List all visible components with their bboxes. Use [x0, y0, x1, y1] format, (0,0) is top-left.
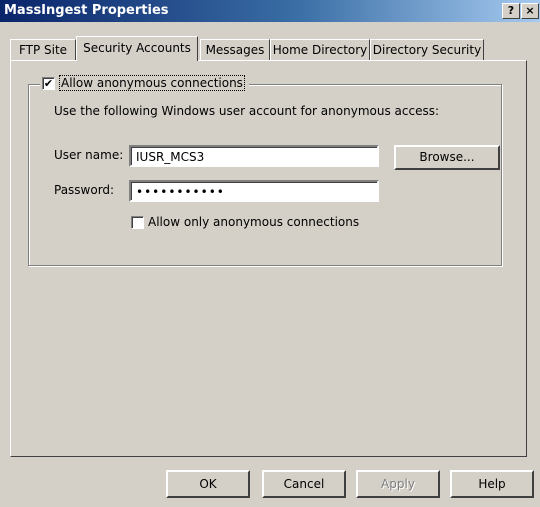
username-label: User name: [54, 148, 124, 162]
allow-anonymous-label: Allow anonymous connections [59, 75, 245, 91]
allow-only-anonymous-checkbox[interactable]: Allow only anonymous connections [131, 215, 359, 229]
allow-only-anonymous-label: Allow only anonymous connections [148, 215, 360, 229]
tab-directory-security[interactable]: Directory Security [370, 39, 484, 61]
help-button[interactable]: Help [450, 470, 534, 498]
tab-home-directory[interactable]: Home Directory [270, 39, 370, 61]
allow-anonymous-checkbox[interactable]: ✔ Allow anonymous connections [40, 74, 249, 92]
checkbox-check-icon[interactable]: ✔ [42, 77, 55, 90]
username-input[interactable]: IUSR_MCS3 [129, 145, 379, 167]
browse-button[interactable]: Browse... [394, 145, 500, 170]
tab-messages[interactable]: Messages [200, 39, 270, 61]
anonymous-description: Use the following Windows user account f… [54, 104, 439, 118]
tab-security-accounts[interactable]: Security Accounts [76, 36, 198, 61]
checkbox-unchecked-icon[interactable] [131, 216, 144, 229]
title-bar[interactable]: MassIngest Properties ? × [0, 0, 540, 22]
properties-dialog: MassIngest Properties ? × FTP Site Secur… [0, 0, 540, 507]
close-button[interactable]: × [521, 3, 539, 19]
tab-ftp-site[interactable]: FTP Site [10, 39, 76, 61]
window-title: MassIngest Properties [4, 3, 169, 18]
password-input[interactable]: ••••••••••• [129, 180, 379, 202]
ok-button[interactable]: OK [166, 470, 250, 498]
help-caption-button[interactable]: ? [502, 3, 520, 19]
password-label: Password: [54, 183, 115, 197]
apply-button: Apply [356, 470, 440, 498]
cancel-button[interactable]: Cancel [262, 470, 346, 498]
